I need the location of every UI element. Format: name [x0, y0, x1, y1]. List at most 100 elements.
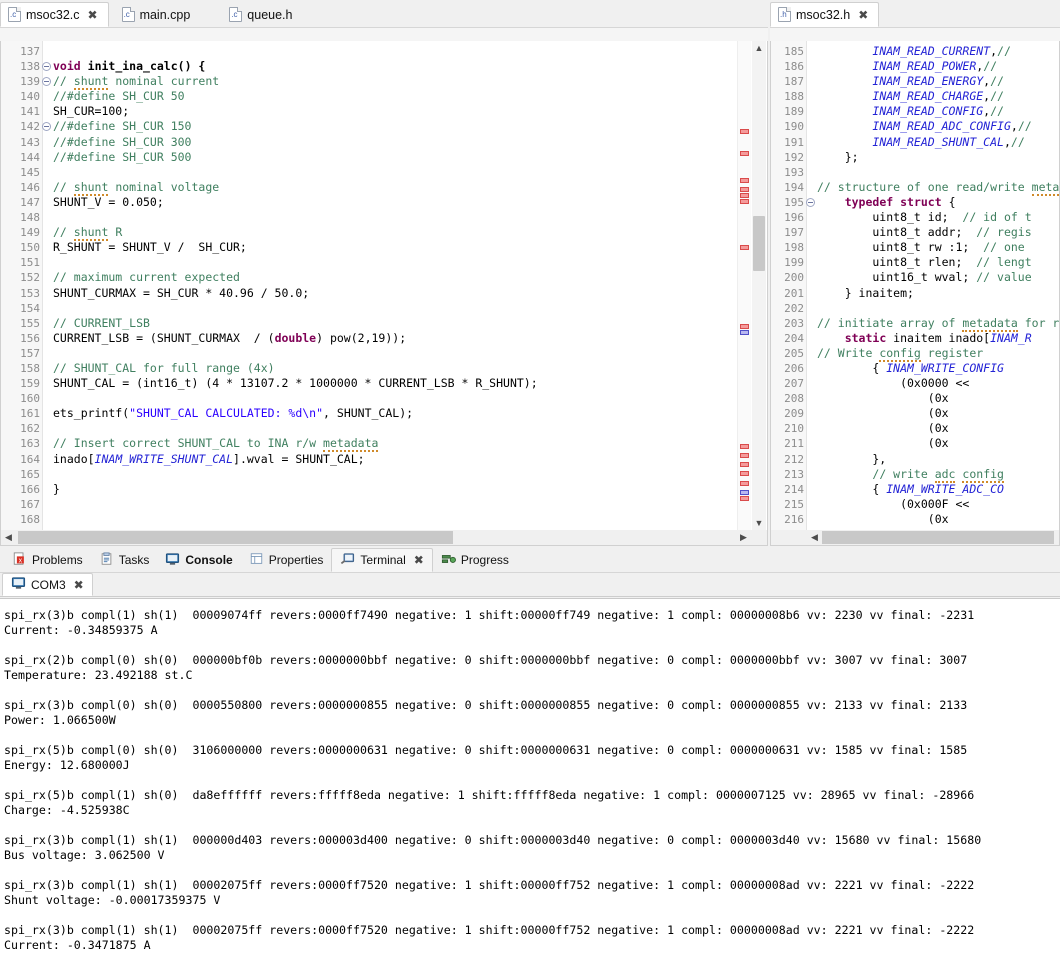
marker-task[interactable] — [740, 490, 749, 495]
line-number: 196 — [784, 211, 804, 225]
marker-warn[interactable] — [740, 462, 749, 467]
line-number: 203 — [784, 316, 804, 330]
code-line: uint16_t wval; // value — [817, 270, 1032, 285]
line-number: 202 — [784, 301, 804, 315]
line-number: 152 — [20, 271, 40, 285]
marker-warn[interactable] — [740, 496, 749, 501]
line-number: 189 — [784, 105, 804, 119]
editor-right-code-area[interactable]: 185 186 187 188 189 190 191 192 193 194 195 196 197 1… — [770, 41, 1060, 546]
terminal-line: spi_rx(3)b compl(0) sh(0) 0000550800 rev… — [4, 698, 968, 712]
code-content-left[interactable]: void init_ina_calc() {// shunt nominal c… — [43, 41, 767, 545]
line-number: 210 — [784, 422, 804, 436]
scroll-right-arrow-icon[interactable]: ▶ — [736, 530, 751, 545]
code-line: // CURRENT_LSB — [53, 315, 150, 330]
problems-icon: x — [12, 551, 27, 569]
code-line: (0x — [817, 391, 949, 406]
view-tab-tasks[interactable]: Tasks — [91, 548, 158, 572]
code-line: INAM_READ_ENERGY,// — [872, 74, 1004, 89]
vertical-scroll-thumb[interactable] — [753, 216, 765, 271]
code-line: R_SHUNT = SHUNT_V / SH_CUR; — [53, 240, 247, 255]
horizontal-scrollbar-right[interactable]: ◀ — [771, 530, 1059, 545]
marker-warn[interactable] — [740, 245, 749, 250]
bottom-view-stack: x Problems Tasks Console Properties Terminal ✖… — [0, 548, 1060, 973]
close-icon[interactable]: ✖ — [74, 579, 84, 591]
editor-tab-msoc32-c[interactable]: msoc32.c ✖ — [0, 2, 109, 27]
view-tab-properties[interactable]: Properties — [241, 548, 332, 572]
editor-left-code-area[interactable]: 137 138 139 140 141 142 143 144 145 146 147 148 149 1… — [0, 41, 768, 546]
code-line: INAM_READ_ADC_CONFIG,// — [872, 119, 1032, 134]
code-line: typedef struct { — [844, 194, 956, 209]
horizontal-scroll-thumb-right[interactable] — [822, 531, 1054, 544]
line-number: 154 — [20, 301, 40, 315]
marker-warn[interactable] — [740, 324, 749, 329]
terminal-line: spi_rx(5)b compl(0) sh(0) 3106000000 rev… — [4, 743, 968, 757]
marker-warn[interactable] — [740, 193, 749, 198]
line-number: 168 — [20, 512, 40, 526]
marker-warn[interactable] — [740, 199, 749, 204]
terminal-line: Energy: 12.680000J — [4, 758, 130, 772]
horizontal-scrollbar-left[interactable]: ◀ ▶ — [1, 530, 767, 545]
editor-tab-msoc32-h[interactable]: msoc32.h ✖ — [770, 2, 880, 27]
line-number: 198 — [784, 241, 804, 255]
scroll-down-arrow-icon[interactable]: ▼ — [752, 516, 766, 530]
marker-warn[interactable] — [740, 453, 749, 458]
line-number: 213 — [784, 467, 804, 481]
code-line: (0x — [817, 406, 949, 421]
marker-warn[interactable] — [740, 444, 749, 449]
line-number: 212 — [784, 452, 804, 466]
horizontal-scroll-thumb[interactable] — [18, 531, 453, 544]
marker-warn[interactable] — [740, 151, 749, 156]
view-tab-label: Problems — [32, 553, 83, 567]
code-line: INAM_READ_SHUNT_CAL,// — [872, 134, 1025, 149]
view-tab-problems[interactable]: x Problems — [4, 548, 91, 572]
view-tab-terminal[interactable]: Terminal ✖ — [331, 548, 433, 572]
code-line: void init_ina_calc() { — [53, 59, 206, 74]
line-number: 162 — [20, 422, 40, 436]
line-number: 143 — [20, 135, 40, 149]
code-line: }; — [817, 149, 859, 164]
marker-warn[interactable] — [740, 187, 749, 192]
close-icon[interactable]: ✖ — [88, 9, 98, 21]
close-icon[interactable]: ✖ — [414, 554, 424, 566]
code-content-right[interactable]: INAM_READ_CURRENT,// INAM_READ_POWER,// … — [807, 41, 1059, 545]
code-line: (0x000F << — [817, 496, 970, 511]
code-line: CURRENT_LSB = (SHUNT_CURMAX / (double) p… — [53, 330, 407, 345]
editor-tab-label: queue.h — [247, 7, 293, 22]
marker-warn[interactable] — [740, 178, 749, 183]
code-line: //#define SH_CUR 300 — [53, 134, 192, 149]
scroll-left-arrow-icon-right[interactable]: ◀ — [807, 530, 822, 545]
code-line: SHUNT_V = 0.050; — [53, 194, 164, 209]
code-line: // structure of one read/write meta — [817, 179, 1059, 196]
line-number: 193 — [784, 165, 804, 179]
line-number: 158 — [20, 361, 40, 375]
line-number: 140 — [20, 90, 40, 104]
close-icon[interactable]: ✖ — [858, 9, 868, 21]
marker-warn[interactable] — [740, 481, 749, 486]
line-number: 194 — [784, 180, 804, 194]
terminal-icon — [340, 552, 355, 569]
overview-ruler-left[interactable] — [737, 41, 751, 545]
marker-task[interactable] — [740, 330, 749, 335]
view-tab-console[interactable]: Console — [157, 548, 240, 572]
editor-tab-main-cpp[interactable]: main.cpp — [115, 2, 201, 27]
vertical-scrollbar-left[interactable]: ▲ ▼ — [752, 41, 766, 545]
line-number: 216 — [784, 512, 804, 526]
scroll-left-arrow-icon[interactable]: ◀ — [1, 530, 16, 545]
line-number: 208 — [784, 392, 804, 406]
marker-warn[interactable] — [740, 129, 749, 134]
line-number: 138 — [1, 59, 51, 74]
terminal-tab-com3[interactable]: COM3 ✖ — [2, 573, 93, 596]
line-number: 153 — [20, 286, 40, 300]
marker-warn[interactable] — [740, 471, 749, 476]
editor-tab-queue-h[interactable]: queue.h — [222, 2, 302, 27]
line-number: 147 — [20, 195, 40, 209]
terminal-output[interactable]: spi_rx(3)b compl(1) sh(1) 00009074ff rev… — [0, 598, 1060, 973]
view-tab-progress[interactable]: Progress — [433, 548, 517, 572]
line-number: 142 — [1, 119, 51, 134]
scroll-up-arrow-icon[interactable]: ▲ — [752, 41, 766, 55]
line-number: 200 — [784, 271, 804, 285]
